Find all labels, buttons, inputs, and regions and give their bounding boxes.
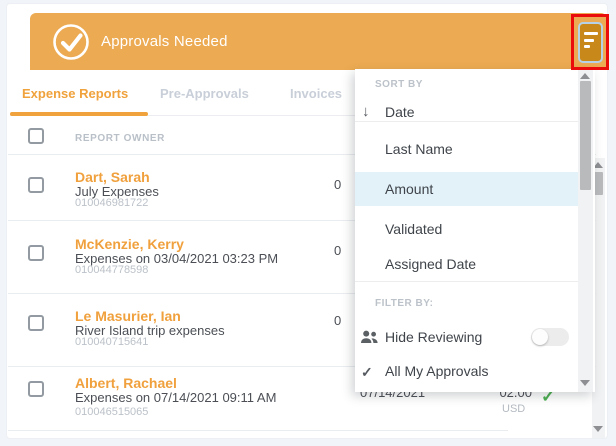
tab-invoices[interactable]: Invoices <box>290 86 342 101</box>
menu-scroll-down-icon[interactable] <box>580 380 590 386</box>
row-checkbox[interactable] <box>28 381 44 397</box>
row-checkbox[interactable] <box>28 315 44 331</box>
menu-scrollbar[interactable] <box>578 69 593 392</box>
menu-item-assigned-date[interactable]: Assigned Date <box>385 256 476 272</box>
check-icon: ✓ <box>361 364 373 381</box>
scroll-down-icon[interactable] <box>593 426 603 432</box>
select-all-checkbox[interactable] <box>28 128 44 144</box>
filter-by-label: FILTER BY: <box>375 298 434 309</box>
menu-item-amount[interactable]: Amount <box>385 181 433 197</box>
panel-header: Approvals Needed <box>30 13 607 70</box>
report-owner-link[interactable]: McKenzie, Kerry <box>75 236 184 252</box>
people-icon <box>361 330 378 349</box>
list-scrollbar-thumb[interactable] <box>594 172 603 195</box>
hide-reviewing-toggle[interactable] <box>531 328 569 346</box>
active-tab-underline <box>10 112 148 116</box>
report-id: 010046515065 <box>75 406 148 418</box>
row-checkbox[interactable] <box>28 177 44 193</box>
currency-code: USD <box>502 403 525 415</box>
menu-item-hide-reviewing[interactable]: Hide Reviewing <box>385 329 482 345</box>
date-fragment: 0 <box>334 243 341 258</box>
date-fragment: 0 <box>334 177 341 192</box>
approvals-panel: Approvals Needed Expense Reports Pre-App… <box>0 0 616 446</box>
menu-item-all-my-approvals[interactable]: All My Approvals <box>385 363 488 379</box>
report-owner-link[interactable]: Albert, Rachael <box>75 375 177 391</box>
report-title: Expenses on 07/14/2021 09:11 AM <box>75 390 276 405</box>
tab-pre-approvals[interactable]: Pre-Approvals <box>160 86 249 101</box>
date-fragment: 0 <box>334 313 341 328</box>
report-id: 010040715641 <box>75 336 148 348</box>
sort-icon <box>584 32 598 35</box>
toggle-knob <box>532 329 548 345</box>
sort-by-label: SORT BY <box>375 79 423 90</box>
column-header-report-owner: REPORT OWNER <box>75 133 165 144</box>
sort-filter-menu: SORT BY ↓ Date Last Name Amount Validate… <box>355 69 595 392</box>
tab-expense-reports[interactable]: Expense Reports <box>22 86 128 101</box>
report-owner-link[interactable]: Dart, Sarah <box>75 169 150 185</box>
menu-item-date[interactable]: Date <box>385 104 415 120</box>
page-title: Approvals Needed <box>101 33 228 50</box>
menu-scrollbar-thumb[interactable] <box>580 81 591 190</box>
arrow-down-icon: ↓ <box>362 103 370 120</box>
report-id: 010046981722 <box>75 197 148 209</box>
check-circle-icon <box>51 22 91 62</box>
sort-menu-button[interactable] <box>578 22 603 63</box>
report-owner-link[interactable]: Le Masurier, Ian <box>75 308 181 324</box>
row-checkbox[interactable] <box>28 245 44 261</box>
report-id: 010044778598 <box>75 264 148 276</box>
menu-item-last-name[interactable]: Last Name <box>385 141 453 157</box>
menu-item-validated[interactable]: Validated <box>385 221 442 237</box>
menu-scroll-up-icon[interactable] <box>580 73 590 79</box>
